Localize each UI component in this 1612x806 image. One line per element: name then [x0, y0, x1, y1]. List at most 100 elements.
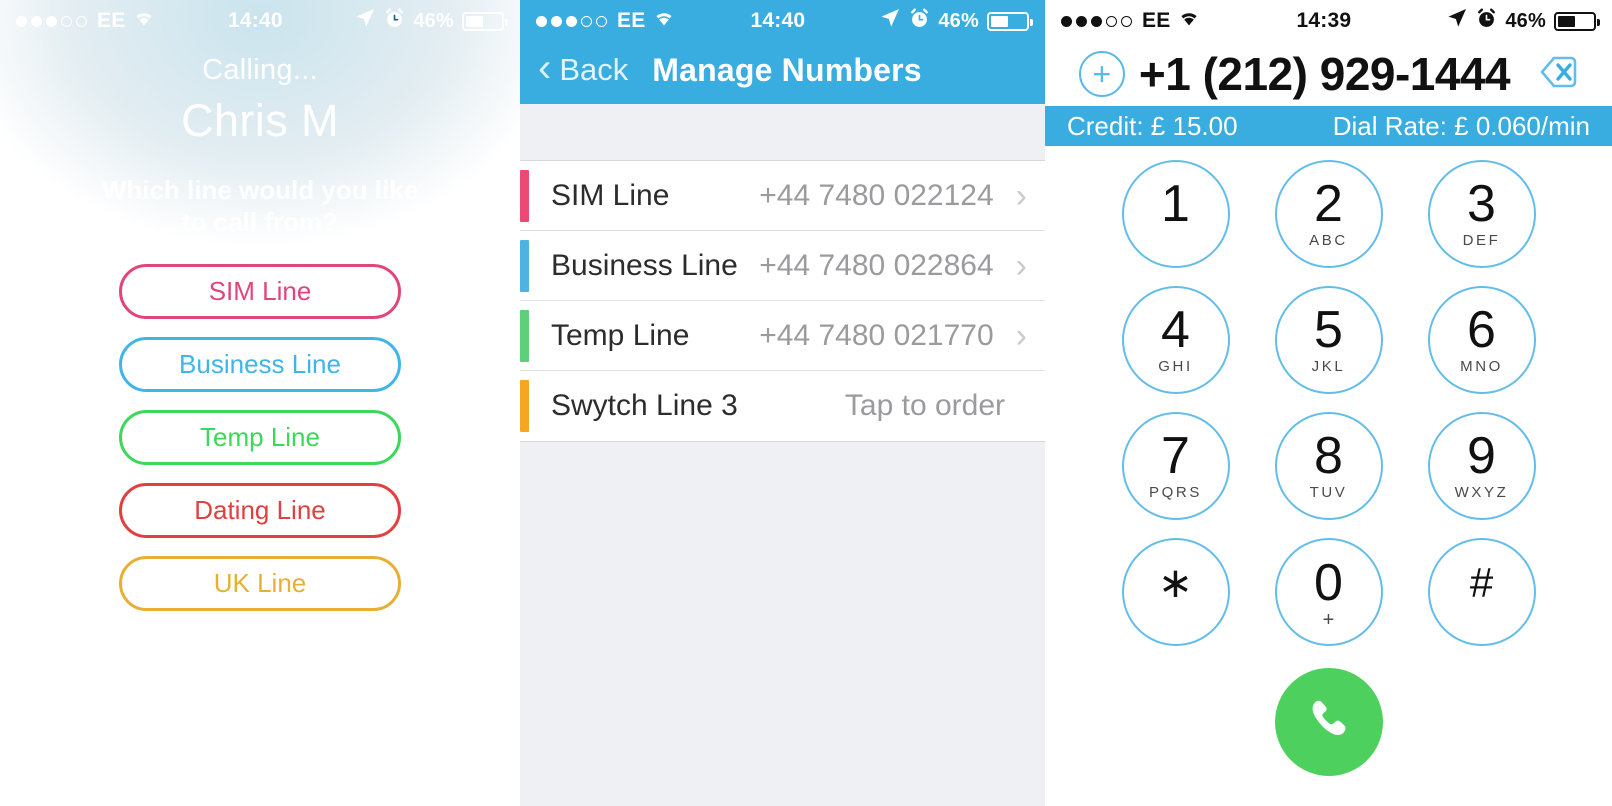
call-button[interactable]	[1274, 668, 1383, 776]
key-digit: 9	[1467, 426, 1496, 485]
alarm-clock-icon	[1476, 7, 1497, 35]
backspace-delete-icon[interactable]	[1524, 51, 1578, 98]
dial-rate-label: Dial Rate: £ 0.060/min	[1332, 110, 1590, 141]
line-number-value: +44 7480 021770	[759, 318, 994, 352]
line-button-temp[interactable]: Temp Line	[119, 410, 401, 466]
chevron-right-icon: ›	[1015, 316, 1027, 355]
dialpad-screen: EE 14:39 46% + +1 (212) 929-1444 Credit:…	[1045, 0, 1612, 806]
location-arrow-icon	[879, 7, 901, 35]
dial-key-star[interactable]: ∗	[1121, 538, 1230, 646]
keypad-row: ∗ 0 + #	[1121, 538, 1536, 646]
line-number-value: +44 7480 022124	[759, 178, 994, 212]
key-letters: DEF	[1462, 232, 1501, 250]
key-letters: +	[1322, 609, 1335, 632]
line-button-sim[interactable]: SIM Line	[119, 264, 401, 320]
dial-key-2[interactable]: 2 ABC	[1274, 160, 1383, 268]
table-row[interactable]: Swytch Line 3 Tap to order	[520, 371, 1045, 441]
dial-key-5[interactable]: 5 JKL	[1274, 286, 1383, 394]
line-button-label: Dating Line	[194, 495, 326, 526]
back-button[interactable]: ‹ Back	[538, 48, 628, 88]
key-digit: 7	[1161, 426, 1190, 485]
table-row[interactable]: SIM Line +44 7480 022124 ›	[520, 161, 1045, 231]
dialed-number-bar: + +1 (212) 929-1444	[1045, 42, 1612, 106]
status-bar-right: 46%	[1446, 7, 1600, 35]
line-name-label: Business Line	[551, 248, 738, 282]
battery-icon	[462, 11, 508, 31]
status-bar-calling: EE 14:40 46%	[0, 0, 520, 42]
dial-key-hash[interactable]: #	[1427, 538, 1536, 646]
line-number-value: +44 7480 022864	[759, 248, 994, 282]
key-letters: ABC	[1309, 232, 1348, 250]
dialed-number-display[interactable]: +1 (212) 929-1444	[1139, 47, 1511, 101]
line-button-label: SIM Line	[208, 276, 312, 307]
chevron-right-icon: ›	[1015, 246, 1027, 285]
battery-icon	[1554, 11, 1600, 31]
key-digit: 3	[1467, 174, 1496, 233]
key-digit: 5	[1314, 300, 1343, 359]
signal-strength-icon	[16, 15, 87, 27]
key-digit: #	[1469, 558, 1494, 606]
chevron-left-icon: ‹	[538, 46, 552, 90]
line-color-indicator	[520, 309, 529, 362]
wifi-icon	[652, 9, 676, 33]
signal-strength-icon	[536, 15, 607, 27]
phone-handset-icon	[1301, 692, 1357, 753]
credit-rate-bar: Credit: £ 15.00 Dial Rate: £ 0.060/min	[1045, 106, 1612, 146]
key-digit: 2	[1314, 174, 1343, 233]
three-screen-composite: EE 14:40 46% Calling... Chris M Which li…	[0, 0, 1612, 806]
dial-key-0[interactable]: 0 +	[1274, 538, 1383, 646]
plus-circle-icon[interactable]: +	[1078, 51, 1125, 97]
contact-name-label: Chris M	[181, 95, 339, 146]
dial-key-7[interactable]: 7 PQRS	[1121, 412, 1230, 520]
credit-label: Credit: £ 15.00	[1067, 110, 1238, 141]
status-bar-left: EE	[1061, 9, 1201, 33]
dial-key-3[interactable]: 3 DEF	[1427, 160, 1536, 268]
page-title: Manage Numbers	[652, 51, 922, 88]
clock-label: 14:40	[228, 9, 283, 32]
status-bar-manage: EE 14:40 46%	[520, 0, 1045, 42]
calling-status-label: Calling...	[202, 54, 318, 86]
line-button-business[interactable]: Business Line	[119, 337, 401, 393]
key-letters: JKL	[1311, 358, 1346, 376]
dial-key-1[interactable]: 1	[1121, 160, 1230, 268]
line-button-label: Business Line	[179, 349, 341, 380]
key-digit: 6	[1467, 300, 1496, 359]
line-selection-prompt: Which line would you like to call from?	[101, 175, 419, 237]
order-prompt-label: Tap to order	[844, 389, 1005, 422]
line-button-dating[interactable]: Dating Line	[119, 483, 401, 539]
line-color-indicator	[520, 239, 529, 292]
dial-key-9[interactable]: 9 WXYZ	[1427, 412, 1536, 520]
alarm-clock-icon	[384, 7, 405, 35]
table-row[interactable]: Business Line +44 7480 022864 ›	[520, 231, 1045, 301]
dial-key-8[interactable]: 8 TUV	[1274, 412, 1383, 520]
line-color-indicator	[520, 169, 529, 222]
keypad-row: 4 GHI 5 JKL 6 MNO	[1121, 286, 1536, 394]
line-button-uk[interactable]: UK Line	[119, 556, 401, 612]
calling-screen: EE 14:40 46% Calling... Chris M Which li…	[0, 0, 520, 806]
line-name-label: Temp Line	[551, 318, 690, 352]
list-bottom-divider	[520, 441, 1045, 442]
key-letters: MNO	[1460, 358, 1503, 376]
carrier-label: EE	[1142, 9, 1171, 32]
battery-percent-label: 46%	[413, 9, 454, 32]
keypad-row: 1 2 ABC 3 DEF	[1121, 160, 1536, 268]
keypad-row: 7 PQRS 8 TUV 9 WXYZ	[1121, 412, 1536, 520]
carrier-label: EE	[97, 9, 126, 32]
wifi-icon	[132, 9, 156, 33]
location-arrow-icon	[1446, 7, 1468, 35]
battery-icon	[987, 11, 1033, 31]
line-name-label: Swytch Line 3	[551, 389, 738, 422]
status-bar-left: EE	[16, 9, 156, 33]
key-digit: 1	[1161, 174, 1190, 233]
location-arrow-icon	[354, 7, 376, 35]
dialpad-keys: 1 2 ABC 3 DEF 4 GHI 5 JKL 6 MNO 7 PQRS 8…	[1045, 146, 1612, 806]
navigation-bar: ‹ Back Manage Numbers	[520, 42, 1045, 104]
clock-label: 14:39	[1296, 9, 1352, 32]
calling-header: Calling... Chris M	[0, 54, 520, 147]
dial-key-6[interactable]: 6 MNO	[1427, 286, 1536, 394]
manage-numbers-screen: EE 14:40 46% ‹ Back Manage Numbers SIM L…	[520, 0, 1045, 806]
table-row[interactable]: Temp Line +44 7480 021770 ›	[520, 301, 1045, 371]
carrier-label: EE	[617, 9, 646, 32]
clock-label: 14:40	[750, 9, 806, 32]
dial-key-4[interactable]: 4 GHI	[1121, 286, 1230, 394]
